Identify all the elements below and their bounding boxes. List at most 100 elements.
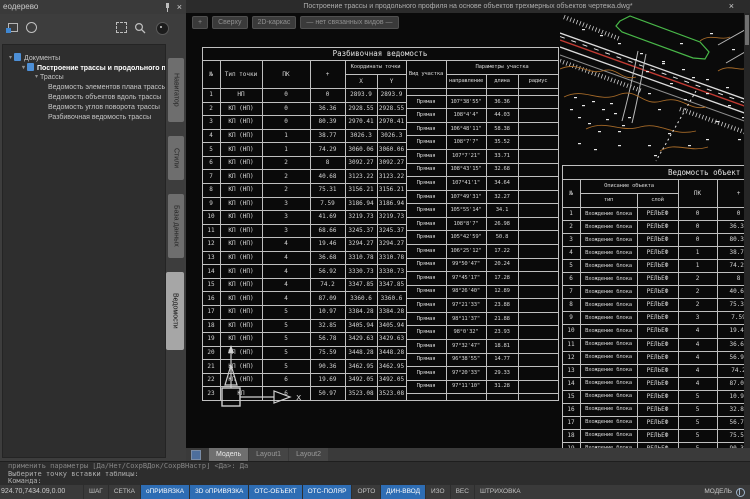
side-tab-2[interactable]: Стили xyxy=(168,136,184,180)
table-cell: Вхождение блока xyxy=(580,233,637,246)
table-cell: Ведомость объект xyxy=(668,165,750,179)
select-area-icon[interactable] xyxy=(116,22,127,33)
table-cell: РЕЛЬЕФ xyxy=(637,324,678,337)
status-toggle-изо[interactable]: ИЗО xyxy=(425,485,450,499)
chevron-down-icon[interactable]: ▾ xyxy=(22,63,25,73)
table-cell: РЕЛЬЕФ xyxy=(637,338,678,351)
table-cell: РЕЛЬЕФ xyxy=(637,298,678,311)
tree-item-label: Ведомость углов поворота трассы xyxy=(48,104,160,111)
tree-item[interactable]: ▾Документы xyxy=(3,53,165,63)
table-cell: 11 xyxy=(562,338,580,351)
status-toggle-3d опривязка[interactable]: 3D оПРИВЯЗКА xyxy=(189,485,248,499)
status-toggle-отс-объект[interactable]: ОТС-ОБЪЕКТ xyxy=(248,485,301,499)
viewport-button-2[interactable]: Сверху xyxy=(212,16,247,29)
table-cell: РЕЛЬЕФ xyxy=(637,377,678,390)
dwg-doc-icon xyxy=(14,53,21,61)
status-toggle-вес[interactable]: ВЕС xyxy=(450,485,474,499)
vertical-scrollbar[interactable] xyxy=(744,13,750,448)
table-cell: 10 xyxy=(562,324,580,337)
table-cell: РЕЛЬЕФ xyxy=(637,285,678,298)
table-cell: РЕЛЬЕФ xyxy=(637,220,678,233)
table-cell: Вхождение блока xyxy=(580,403,637,416)
layout-tab-layout2[interactable]: Layout2 xyxy=(289,448,328,461)
sheet-icon[interactable] xyxy=(191,450,201,460)
table-cell: Вхождение блока xyxy=(580,351,637,364)
side-tab-3[interactable]: База данных xyxy=(168,194,184,258)
viewport-button-3[interactable]: 2D-каркас xyxy=(252,16,297,29)
document-tab[interactable]: Построение трассы и продольного профиля … xyxy=(186,0,750,13)
viewport-button-4[interactable]: — нет связанных видов — xyxy=(300,16,398,29)
application-window: еодерево × ▾Документы▾Построение трассы … xyxy=(0,0,750,499)
table-cell: 8 xyxy=(562,298,580,311)
tree-item[interactable]: ▾ Построение трассы и продольного про... xyxy=(3,63,165,73)
table-cell: 0 xyxy=(678,220,717,233)
tree-item[interactable]: Ведомость объектов вдоль трассы xyxy=(3,93,165,103)
table-cell: 13 xyxy=(562,364,580,377)
table-cell: 14 xyxy=(562,377,580,390)
layout-tab-layout1[interactable]: Layout1 xyxy=(249,448,288,461)
panel-title: еодерево xyxy=(3,2,38,11)
command-history-line: Выберите точку вставки таблицы: xyxy=(8,471,750,479)
table-cell: РЕЛЬЕФ xyxy=(637,259,678,272)
table-cell: 4 xyxy=(678,364,717,377)
status-toggle-опривязка[interactable]: оПРИВЯЗКА xyxy=(140,485,189,499)
zoom-icon[interactable] xyxy=(134,22,146,34)
tree-item-label: Трассы xyxy=(40,74,64,81)
command-history-line: применить параметры [Да/Нет/СохрВДок/Сох… xyxy=(8,463,750,471)
layout-tab-модель[interactable]: Модель xyxy=(209,448,248,461)
table-cell: РЕЛЬЕФ xyxy=(637,311,678,324)
table-cell: 4 xyxy=(678,351,717,364)
table-cell: 5 xyxy=(678,416,717,429)
panel-close-icon[interactable]: × xyxy=(177,3,182,12)
chevron-down-icon[interactable]: ▾ xyxy=(9,53,12,63)
tree-item[interactable]: ▾Трассы xyxy=(3,73,165,83)
document-tree: ▾Документы▾Построение трассы и продольно… xyxy=(2,44,166,458)
tree-item[interactable]: Разбивочная ведомость трассы xyxy=(3,113,165,123)
side-tab-4[interactable]: Ведомости xyxy=(166,272,184,350)
side-tab-1[interactable]: Навигатор xyxy=(168,58,184,122)
workspace-icon[interactable] xyxy=(736,488,745,497)
table-cell: Вхождение блока xyxy=(580,390,637,403)
table-cell: 2 xyxy=(678,272,717,285)
table-cell: № xyxy=(562,179,580,207)
table-cell: 9 xyxy=(562,311,580,324)
table-cell: ПК xyxy=(678,179,717,207)
table-cell: 16 xyxy=(562,403,580,416)
drawing-canvas[interactable]: Разбивочная ведомость№Тип точкиПК+Коорди… xyxy=(186,13,750,448)
dwg-doc-icon xyxy=(27,63,34,71)
table-cell: 3 xyxy=(678,311,717,324)
chevron-down-icon[interactable]: ▾ xyxy=(35,73,38,82)
table-cell: 17 xyxy=(562,416,580,429)
sync-icon[interactable] xyxy=(26,22,37,33)
viewport-button-1[interactable]: + xyxy=(192,16,208,29)
status-toggle-штриховка[interactable]: ШТРИХОВКА xyxy=(474,485,526,499)
table-cell: 1 xyxy=(678,246,717,259)
pin-icon[interactable] xyxy=(164,3,171,12)
table-cell: Вхождение блока xyxy=(580,416,637,429)
table-cell: РЕЛЬЕФ xyxy=(637,207,678,220)
help-icon[interactable] xyxy=(156,22,169,35)
command-line-panel[interactable]: применить параметры [Да/Нет/СохрВДок/Сох… xyxy=(0,461,750,485)
status-toggle-отс-поляр[interactable]: ОТС-ПОЛЯР xyxy=(302,485,352,499)
scrollbar-thumb[interactable] xyxy=(745,15,749,45)
status-toggle-шаг[interactable]: ШАГ xyxy=(83,485,108,499)
model-space-label[interactable]: МОДЕЛЬ xyxy=(704,485,732,499)
table-cell: Вхождение блока xyxy=(580,220,637,233)
table-cell: 4 xyxy=(678,377,717,390)
table-cell: РЕЛЬЕФ xyxy=(637,233,678,246)
svg-text:x: x xyxy=(296,393,302,403)
table-cell: 4 xyxy=(678,338,717,351)
table-cell: 7 xyxy=(562,285,580,298)
tree-item[interactable]: Ведомость элементов плана трассы xyxy=(3,83,165,93)
status-toggle-дин-ввод[interactable]: ДИН-ВВОД xyxy=(380,485,425,499)
layout-tab-bar: МодельLayout1Layout2 xyxy=(186,448,750,461)
table-cell: Вхождение блока xyxy=(580,259,637,272)
document-close-icon[interactable]: × xyxy=(729,0,734,13)
status-toggle-сетка[interactable]: СЕТКА xyxy=(108,485,140,499)
tree-item-label: Построение трассы и продольного про... xyxy=(37,65,165,72)
tree-item[interactable]: Ведомость углов поворота трассы xyxy=(3,103,165,113)
status-toggle-орто[interactable]: ОРТО xyxy=(351,485,380,499)
table-cell: 6 xyxy=(562,272,580,285)
layers-icon[interactable] xyxy=(6,22,18,34)
table-cell: РЕЛЬЕФ xyxy=(637,272,678,285)
